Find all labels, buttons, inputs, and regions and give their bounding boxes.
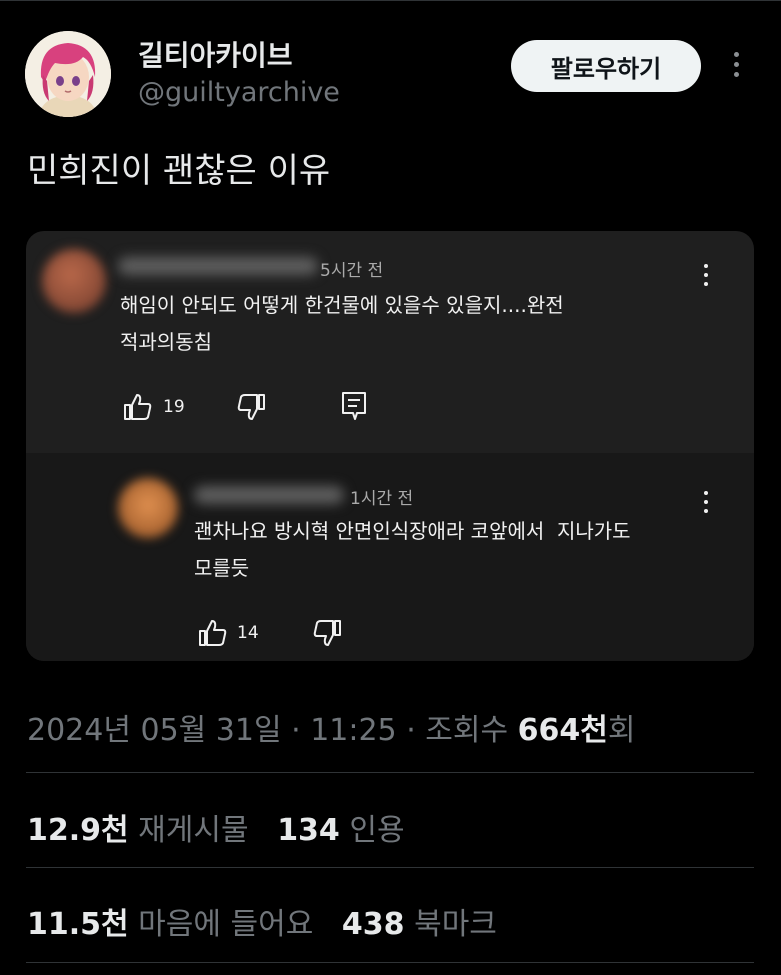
divider <box>26 962 754 963</box>
commenter-name-blurred <box>118 257 318 275</box>
tweet-media-image[interactable]: 5시간 전 해임이 안되도 어떻게 한건물에 있을수 있을지....완전 적과의… <box>26 231 754 661</box>
views-unit: 회 <box>607 713 636 748</box>
thumb-down-icon[interactable] <box>312 619 342 647</box>
tweet-time[interactable]: 11:25 <box>310 713 396 748</box>
top-divider <box>0 0 781 1</box>
bookmarks-stat[interactable]: 438 북마크 <box>342 907 497 942</box>
tweet-meta: 2024년 05월 31일 · 11:25 · 조회수 664천회 <box>27 705 635 749</box>
reply-comment-icon[interactable] <box>341 391 367 421</box>
replier-avatar-blurred <box>118 478 178 538</box>
thumb-up-icon[interactable] <box>198 619 228 647</box>
stats-row-reposts: 12.9천 재게시물 134 인용 <box>27 805 405 849</box>
anime-avatar-image <box>25 31 111 117</box>
commenter-avatar-blurred <box>42 249 106 313</box>
quotes-label: 인용 <box>349 813 405 848</box>
likes-label: 마음에 들어요 <box>138 907 314 942</box>
user-handle[interactable]: @guiltyarchive <box>138 77 340 108</box>
reply-text-line-1: 괜차나요 방시혁 안면인식장애라 코앞에서 지나가도 <box>194 519 631 543</box>
divider <box>26 867 754 868</box>
comment-text-line-1: 해임이 안되도 어떻게 한건물에 있을수 있을지....완전 <box>120 293 564 317</box>
reply-like-count: 14 <box>237 623 259 643</box>
comment-like-count: 19 <box>163 397 185 417</box>
display-name[interactable]: 길티아카이브 <box>138 34 293 74</box>
replier-name-blurred <box>194 486 344 504</box>
comment-text-line-2: 적과의동침 <box>120 330 212 354</box>
views-value: 664천 <box>517 713 608 748</box>
views-label: 조회수 <box>425 713 509 748</box>
meta-dot: · <box>396 713 426 748</box>
quotes-stat[interactable]: 134 인용 <box>277 813 404 848</box>
reply-more-icon[interactable] <box>702 491 710 515</box>
avatar[interactable] <box>25 31 111 117</box>
bookmarks-label: 북마크 <box>414 907 497 942</box>
reposts-stat[interactable]: 12.9천 재게시물 <box>27 813 249 848</box>
comment-time: 5시간 전 <box>320 261 384 281</box>
stats-row-likes: 11.5천 마음에 들어요 438 북마크 <box>27 899 497 943</box>
reposts-label: 재게시물 <box>138 813 249 848</box>
reply-time: 1시간 전 <box>350 489 414 509</box>
tweet-text: 민희진이 괜찮은 이유 <box>27 151 331 191</box>
comment-more-icon[interactable] <box>702 264 710 288</box>
quotes-value: 134 <box>277 813 340 848</box>
divider <box>26 772 754 773</box>
likes-stat[interactable]: 11.5천 마음에 들어요 <box>27 907 313 942</box>
meta-dot: · <box>281 713 311 748</box>
thumb-up-icon[interactable] <box>123 393 153 421</box>
more-options-icon[interactable] <box>730 52 742 82</box>
likes-value: 11.5천 <box>27 907 129 942</box>
bookmarks-value: 438 <box>341 907 405 942</box>
reposts-value: 12.9천 <box>27 813 129 848</box>
thumb-down-icon[interactable] <box>236 393 266 421</box>
tweet-date[interactable]: 2024년 05월 31일 <box>27 713 282 748</box>
reply-text-line-2: 모를듯 <box>194 556 250 580</box>
follow-button[interactable]: 팔로우하기 <box>511 40 701 92</box>
